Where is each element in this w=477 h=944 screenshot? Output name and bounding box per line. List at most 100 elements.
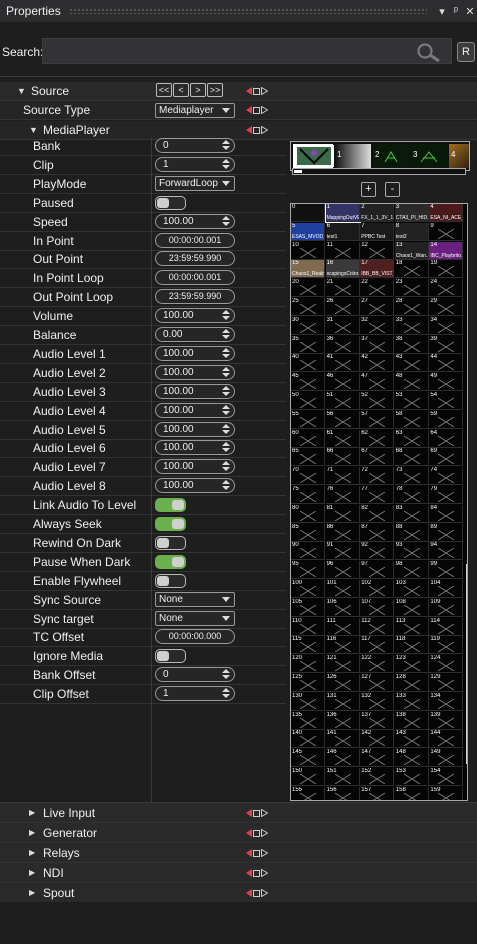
prev-item-icon[interactable]	[246, 849, 252, 857]
spin-arrows-icon[interactable]	[221, 442, 231, 453]
clip-cell[interactable]: 138	[394, 711, 429, 730]
prev-item-icon[interactable]	[246, 869, 252, 877]
clip-cell[interactable]: 124	[429, 655, 464, 674]
clip-cell[interactable]: 136	[325, 711, 360, 730]
property-spinbox[interactable]: 100.00	[155, 213, 235, 229]
add-bank-button[interactable]: +	[361, 182, 376, 197]
next-item-icon[interactable]	[261, 849, 268, 857]
clip-cell[interactable]: 6 test1	[325, 222, 360, 241]
clip-cell[interactable]: 21	[325, 279, 360, 298]
remove-bank-button[interactable]: -	[385, 182, 400, 197]
group-live-input[interactable]: ▶ Live Input	[0, 803, 477, 823]
clip-cell[interactable]: 150	[291, 768, 325, 786]
property-toggle[interactable]	[155, 535, 186, 550]
last-button[interactable]: >>	[207, 83, 223, 97]
clip-cell[interactable]: 103	[394, 580, 429, 598]
search-input[interactable]	[42, 38, 452, 64]
prev-item-icon[interactable]	[246, 106, 252, 114]
dropdown-icon[interactable]: ▾	[435, 5, 449, 18]
property-spinbox[interactable]: 100.00	[155, 308, 235, 324]
stop-icon[interactable]	[253, 126, 260, 134]
clip-cell[interactable]: 113	[394, 617, 429, 636]
stop-icon[interactable]	[253, 87, 260, 95]
next-item-icon[interactable]	[261, 126, 268, 134]
next-button[interactable]: >	[190, 83, 206, 97]
clip-cell[interactable]: 135	[291, 711, 325, 730]
clip-cell[interactable]: 79	[429, 486, 464, 504]
clip-cell[interactable]: 36	[325, 335, 360, 354]
group-spout[interactable]: ▶ Spout	[0, 883, 477, 903]
clip-cell[interactable]: 102	[360, 580, 395, 598]
group-controls[interactable]	[246, 809, 268, 817]
clip-cell[interactable]: 137	[360, 711, 395, 730]
clip-cell[interactable]: 65	[291, 448, 325, 467]
property-timecode[interactable]: 00:00:00.001	[155, 232, 235, 248]
spin-arrows-icon[interactable]	[221, 669, 231, 680]
next-item-icon[interactable]	[261, 106, 268, 114]
clip-cell[interactable]: 101	[325, 580, 360, 598]
clip-cell[interactable]: 76	[325, 486, 360, 504]
clip-cell[interactable]: 116	[325, 636, 360, 655]
property-spinbox[interactable]: 0.00	[155, 327, 235, 342]
stop-icon[interactable]	[253, 889, 260, 897]
source-item-controls[interactable]	[246, 87, 268, 95]
clip-cell[interactable]: 4 ESA_NI_ACE_...	[429, 204, 464, 222]
clip-cell[interactable]: 143	[394, 730, 429, 749]
clip-cell[interactable]: 48	[394, 373, 429, 392]
clip-cell[interactable]: 131	[325, 692, 360, 711]
clip-cell[interactable]: 140	[291, 730, 325, 749]
clip-cell[interactable]: 78	[394, 486, 429, 504]
clip-cell[interactable]: 98	[394, 561, 429, 580]
clip-cell[interactable]: 91	[325, 542, 360, 561]
clip-cell[interactable]: 107	[360, 598, 395, 617]
clip-cell[interactable]: 81	[325, 504, 360, 523]
collapse-arrow-icon[interactable]: ▶	[29, 808, 43, 817]
spin-arrows-icon[interactable]	[221, 215, 231, 227]
clip-cell[interactable]: 86	[325, 523, 360, 542]
clip-cell[interactable]: 108	[394, 598, 429, 617]
clip-cell[interactable]: 132	[360, 692, 395, 711]
spin-arrows-icon[interactable]	[221, 480, 231, 491]
clip-cell[interactable]: 16 scapingsColor...	[325, 260, 360, 279]
clip-cell[interactable]: 12	[360, 241, 395, 260]
mediaplayer-controls[interactable]	[246, 126, 268, 134]
clip-cell[interactable]: 10	[291, 241, 325, 260]
source-type-dropdown[interactable]: Mediaplayer	[155, 103, 235, 118]
search-icon[interactable]	[415, 42, 443, 62]
clip-cell[interactable]: 61	[325, 429, 360, 448]
clip-cell[interactable]: 60	[291, 429, 325, 448]
reset-search-button[interactable]: R	[457, 42, 475, 62]
clip-cell[interactable]: 46	[325, 373, 360, 392]
clip-cell[interactable]: 29	[429, 298, 464, 316]
clip-cell[interactable]: 35	[291, 335, 325, 354]
next-item-icon[interactable]	[261, 809, 268, 817]
pin-icon[interactable]: ᵖ	[449, 5, 463, 17]
clip-cell[interactable]: 53	[394, 392, 429, 410]
clip-cell[interactable]: 27	[360, 298, 395, 316]
clip-cell[interactable]: 33	[394, 316, 429, 335]
collapse-arrow-icon[interactable]: ▶	[29, 828, 43, 837]
clip-cell[interactable]: 20	[291, 279, 325, 298]
clip-cell[interactable]: 126	[325, 674, 360, 692]
clip-cell[interactable]: 158	[395, 786, 429, 800]
clip-cell[interactable]: 106	[325, 598, 360, 617]
spin-arrows-icon[interactable]	[221, 158, 231, 170]
clip-cell[interactable]: 19	[429, 260, 464, 279]
property-spinbox[interactable]: 1	[155, 686, 235, 702]
clip-cell[interactable]: 66	[325, 448, 360, 467]
clip-cell[interactable]: 54	[429, 392, 464, 410]
group-generator[interactable]: ▶ Generator	[0, 823, 477, 843]
bank-slot-3[interactable]: 3	[411, 144, 447, 168]
clip-cell[interactable]: 17 IBB_BB_VIST_1...	[360, 260, 395, 279]
property-toggle[interactable]	[155, 554, 186, 569]
clip-cell[interactable]: 104	[429, 580, 464, 598]
clip-cell[interactable]: 37	[360, 335, 395, 354]
property-spinbox[interactable]: 100.00	[155, 459, 235, 475]
clip-cell[interactable]: 0	[291, 204, 325, 222]
spin-arrows-icon[interactable]	[221, 385, 231, 397]
clip-cell[interactable]: 84	[429, 504, 464, 523]
clip-cell[interactable]: 63	[394, 429, 429, 448]
property-toggle[interactable]	[155, 517, 186, 531]
clip-cell[interactable]: 120	[291, 655, 325, 674]
clip-cell[interactable]: 13 Chaos1_Wan...	[394, 241, 429, 260]
